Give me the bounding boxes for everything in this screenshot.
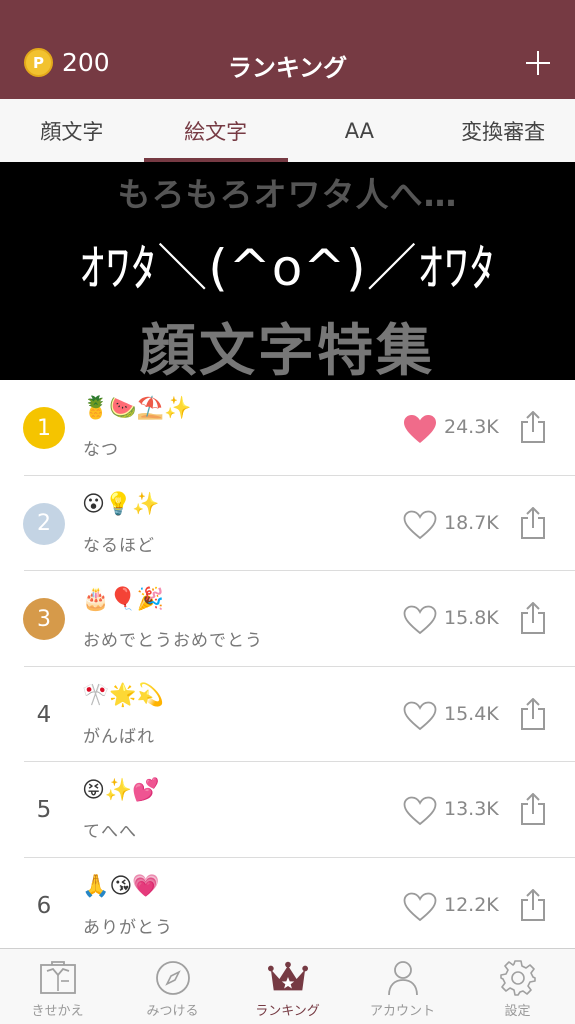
like-count: 13.3K <box>444 798 499 820</box>
tab-aa[interactable]: AA <box>288 99 432 162</box>
share-icon[interactable] <box>519 697 547 730</box>
person-icon <box>383 959 423 997</box>
share-icon[interactable] <box>519 602 547 634</box>
emoji-label: なつ <box>83 440 119 460</box>
like-count: 12.2K <box>444 893 499 916</box>
tabbar-label: アカウント <box>369 1004 435 1019</box>
emoji-label: てへへ <box>83 822 137 842</box>
heart-filled-icon[interactable] <box>403 414 437 444</box>
emoji-sequence: 🎂🎈🎉 <box>82 587 165 612</box>
like-count: 24.3K <box>444 416 499 438</box>
like-count: 15.8K <box>444 607 499 629</box>
rank-badge: 2 <box>23 502 65 545</box>
emoji-sequence: 😮💡✨ <box>82 491 160 517</box>
heart-outline-icon[interactable] <box>403 510 437 540</box>
share-icon[interactable] <box>519 506 547 539</box>
heart-outline-icon[interactable] <box>403 701 437 731</box>
heart-outline-icon[interactable] <box>403 892 437 922</box>
tab-emoji[interactable]: 絵文字 <box>143 99 288 162</box>
list-item[interactable]: 6 🙏😘💗 ありがとう 12.2K <box>0 858 575 954</box>
list-item[interactable]: 4 🎌🌟💫 がんばれ 15.4K <box>0 667 575 763</box>
emoji-sequence: 😝✨💕 <box>82 778 160 803</box>
list-item[interactable]: 5 😝✨💕 てへへ 13.3K <box>0 762 575 858</box>
tabbar-item-ranking[interactable]: ランキング <box>230 949 345 1024</box>
rank-number: 5 <box>36 797 52 823</box>
dress-up-icon <box>38 959 78 997</box>
emoji-label: おめでとうおめでとう <box>83 631 263 651</box>
like-count: 18.7K <box>444 511 499 534</box>
tabbar-label: ランキング <box>255 1004 320 1019</box>
banner-headline: ｵﾜﾀ＼(^o^)／ｵﾜﾀ <box>79 239 496 297</box>
plus-icon[interactable] <box>526 51 550 75</box>
tabbar-label: みつける <box>146 1004 199 1019</box>
tab-kaomoji[interactable]: 顔文字 <box>0 99 144 162</box>
list-item[interactable]: 3 🎂🎈🎉 おめでとうおめでとう 15.8K <box>0 571 575 667</box>
feature-banner[interactable]: もろもろオワタ人へ… ｵﾜﾀ＼(^o^)／ｵﾜﾀ 顔文字特集 <box>0 162 575 380</box>
banner-subtitle: もろもろオワタ人へ… <box>117 175 458 214</box>
share-icon[interactable] <box>519 793 547 825</box>
rank-number: 4 <box>36 701 52 728</box>
emoji-sequence: 🎌🌟💫 <box>82 682 165 708</box>
gear-icon <box>498 959 538 997</box>
emoji-sequence: 🍍🍉⛱️✨ <box>82 396 192 421</box>
tab-conversion-review[interactable]: 変換審査 <box>431 99 575 162</box>
tabbar-item-dress-up[interactable]: きせかえ <box>0 949 115 1024</box>
tabbar-item-discover[interactable]: みつける <box>115 949 230 1024</box>
compass-icon <box>153 959 193 997</box>
tabbar-label: 設定 <box>504 1004 531 1019</box>
heart-outline-icon[interactable] <box>403 605 437 635</box>
crown-icon <box>267 959 308 997</box>
list-item[interactable]: 2 😮💡✨ なるほど 18.7K <box>0 476 575 572</box>
share-icon[interactable] <box>519 411 547 443</box>
rank-number: 6 <box>36 892 52 919</box>
tabbar-item-account[interactable]: アカウント <box>345 949 460 1024</box>
category-tabs: 顔文字 絵文字 AA 変換審査 <box>0 99 575 162</box>
share-icon[interactable] <box>519 888 547 921</box>
emoji-label: がんばれ <box>83 726 155 747</box>
ranking-list: 1 🍍🍉⛱️✨ なつ 24.3K 2 😮💡✨ なるほど 18.7K 3 🎂🎈🎉 … <box>0 380 575 953</box>
banner-title: 顔文字特集 <box>140 319 435 380</box>
like-count: 15.4K <box>444 702 499 725</box>
tabbar-item-settings[interactable]: 設定 <box>460 949 575 1024</box>
bottom-tab-bar: きせかえ みつける ランキング アカウント 設定 <box>0 948 575 1024</box>
tabbar-label: きせかえ <box>31 1004 84 1019</box>
emoji-label: ありがとう <box>83 917 173 938</box>
emoji-label: なるほど <box>83 535 155 556</box>
list-item[interactable]: 1 🍍🍉⛱️✨ なつ 24.3K <box>0 380 575 476</box>
rank-badge: 1 <box>23 407 65 449</box>
rank-badge: 3 <box>23 598 65 640</box>
emoji-sequence: 🙏😘💗 <box>82 873 160 899</box>
app-header: P 200 ランキング <box>0 0 575 99</box>
heart-outline-icon[interactable] <box>403 796 437 826</box>
page-title: ランキング <box>227 54 348 82</box>
